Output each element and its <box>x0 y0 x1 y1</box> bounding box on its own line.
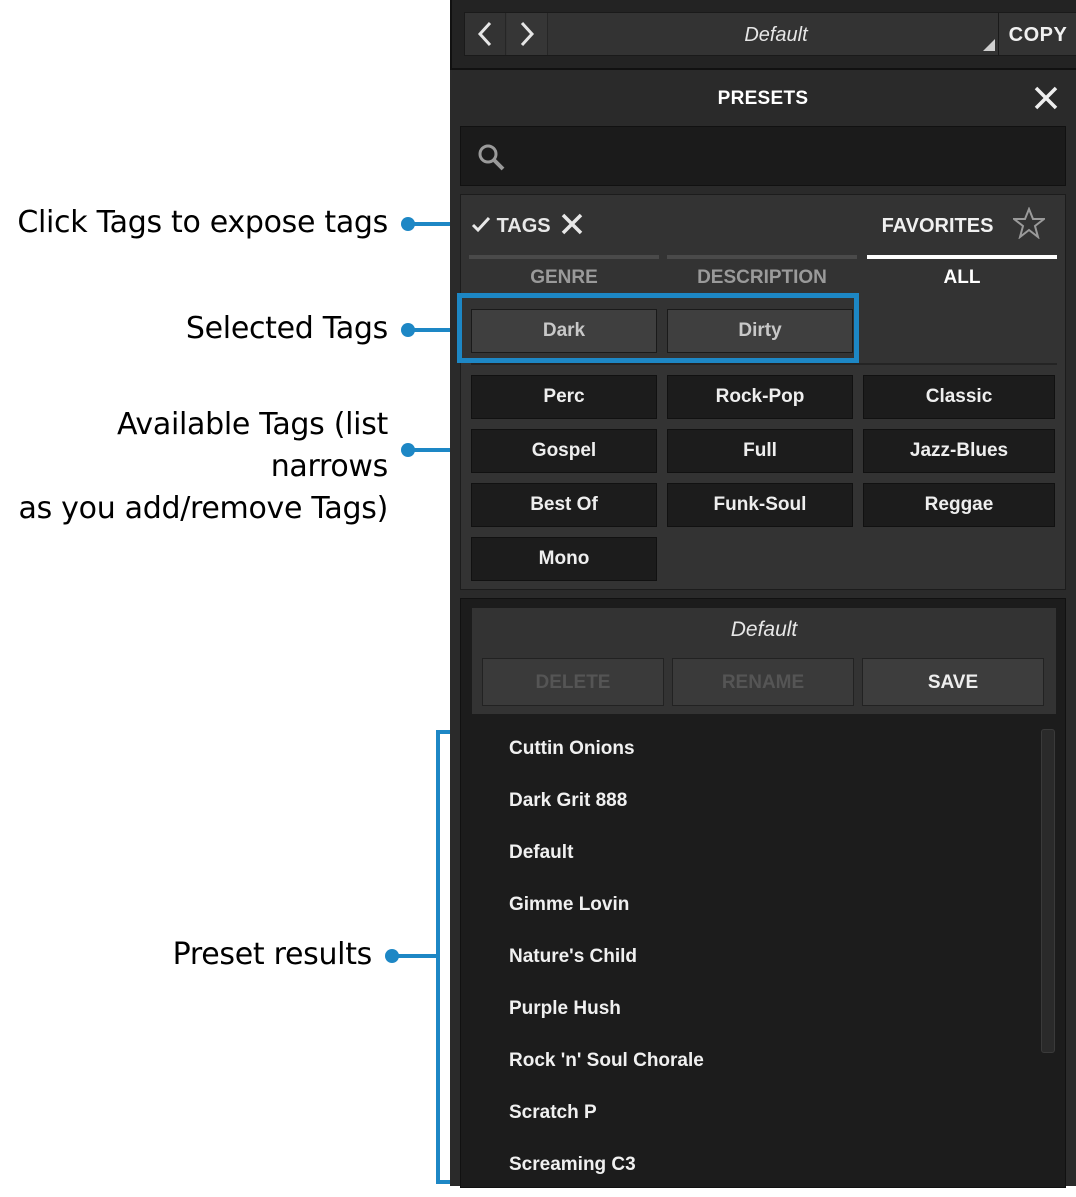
annotation-line <box>392 954 438 958</box>
save-button[interactable]: SAVE <box>862 658 1044 706</box>
tab-genre[interactable]: GENRE <box>469 255 659 293</box>
tab-indicator <box>667 255 857 259</box>
selected-tags-highlight <box>457 293 859 363</box>
current-preset-dropdown[interactable]: Default <box>553 13 999 55</box>
preset-results-panel: Default DELETE RENAME SAVE Cuttin Onions… <box>460 598 1066 1188</box>
clear-tags-icon[interactable] <box>560 212 584 236</box>
delete-button[interactable]: DELETE <box>482 658 664 706</box>
available-tag[interactable]: Funk-Soul <box>667 483 853 527</box>
annotation-selected-tags: Selected Tags <box>185 311 388 346</box>
available-tag[interactable]: Reggae <box>863 483 1055 527</box>
tab-label: GENRE <box>530 267 598 288</box>
chevron-left-icon <box>477 21 492 47</box>
available-tag[interactable]: Mono <box>471 537 657 581</box>
annotation-available-line1: Available Tags (list narrows <box>116 407 388 484</box>
preset-list-item[interactable]: Nature's Child <box>509 937 704 989</box>
star-icon <box>1011 206 1047 240</box>
favorites-label: FAVORITES <box>881 215 994 237</box>
preset-list-item[interactable]: Screaming C3 <box>509 1145 704 1197</box>
tab-indicator <box>867 255 1057 259</box>
preset-list-item[interactable]: Cuttin Onions <box>509 729 704 781</box>
annotation-click-tags: Click Tags to expose tags <box>17 205 388 240</box>
chevron-right-icon <box>520 21 535 47</box>
copy-button[interactable]: COPY <box>998 12 1076 56</box>
available-tag[interactable]: Full <box>667 429 853 473</box>
tags-panel: TAGS FAVORITES GENRE DESCRIPTION ALL Dark D… <box>457 194 1066 590</box>
tab-label: ALL <box>943 267 981 288</box>
available-tag[interactable]: Classic <box>863 375 1055 419</box>
preset-list-item[interactable]: Gimme Lovin <box>509 885 704 937</box>
tags-divider <box>471 363 1057 365</box>
available-tag[interactable]: Perc <box>471 375 657 419</box>
annotation-available-tags: Available Tags (list narrows as you add/… <box>0 404 389 530</box>
close-icon <box>1034 86 1058 110</box>
tab-all[interactable]: ALL <box>867 255 1057 293</box>
search-input[interactable] <box>460 126 1066 186</box>
panel-title: PRESETS <box>717 88 809 109</box>
annotation-bracket <box>436 730 440 1184</box>
preset-list-item[interactable]: Scratch P <box>509 1093 704 1145</box>
presets-panel: Default COPY PRESETS TAGS FAVORITES GENR… <box>450 0 1076 1188</box>
available-tag[interactable]: Rock-Pop <box>667 375 853 419</box>
available-tag[interactable]: Gospel <box>471 429 657 473</box>
tab-description[interactable]: DESCRIPTION <box>667 255 857 293</box>
next-preset-button[interactable] <box>507 13 548 55</box>
tags-label: TAGS <box>496 215 551 237</box>
favorites-toggle[interactable]: FAVORITES <box>881 206 1047 243</box>
search-icon <box>478 144 505 171</box>
dropdown-corner-icon <box>983 39 995 51</box>
tags-toggle[interactable]: TAGS <box>471 209 584 243</box>
rename-button[interactable]: RENAME <box>672 658 854 706</box>
preset-navigation-bar: Default COPY <box>450 0 1076 70</box>
preset-list-item[interactable]: Default <box>509 833 704 885</box>
tab-label: DESCRIPTION <box>697 267 827 288</box>
available-tag[interactable]: Jazz-Blues <box>863 429 1055 473</box>
preset-list-scrollbar[interactable] <box>1041 729 1055 1053</box>
preset-list-item[interactable]: Dark Grit 888 <box>509 781 704 833</box>
annotation-available-line2: as you add/remove Tags) <box>18 491 389 526</box>
preset-list-item[interactable]: Rock 'n' Soul Chorale <box>509 1041 704 1093</box>
preset-list: Cuttin Onions Dark Grit 888 Default Gimme L… <box>509 729 704 1197</box>
tab-indicator <box>469 255 659 259</box>
annotation-preset-results: Preset results <box>172 937 373 972</box>
available-tag[interactable]: Best Of <box>471 483 657 527</box>
current-preset-box: Default DELETE RENAME SAVE <box>471 607 1057 715</box>
preset-list-item[interactable]: Purple Hush <box>509 989 704 1041</box>
current-preset-name: Default <box>730 618 798 641</box>
preset-selector: Default <box>464 12 1000 56</box>
checkmark-icon <box>471 216 491 233</box>
prev-preset-button[interactable] <box>465 13 506 55</box>
close-button[interactable] <box>1030 82 1062 114</box>
